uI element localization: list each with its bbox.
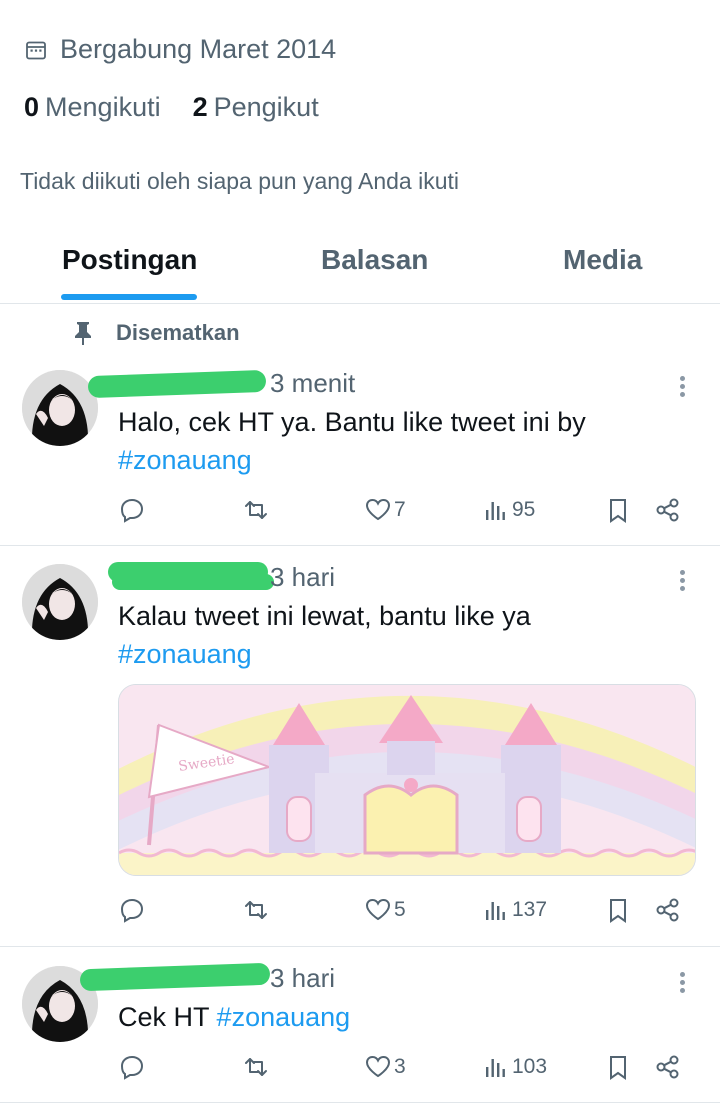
like-button[interactable]: 3 (364, 1053, 406, 1081)
view-count: 95 (512, 498, 536, 521)
pin-icon (75, 322, 91, 345)
post-hashtag[interactable]: #zonauang (118, 445, 252, 475)
profile-tabs: Postingan Balasan Media (0, 222, 720, 304)
follow-stats: 0 Mengikuti 2 Pengikut (24, 92, 319, 123)
bookmark-icon (610, 499, 626, 523)
more-icon[interactable] (672, 970, 692, 994)
tab-replies[interactable]: Balasan (321, 244, 428, 276)
bookmark-icon (610, 1056, 626, 1080)
post-actions: 7 95 (118, 496, 698, 530)
post-divider (0, 545, 720, 546)
following-label: Mengikuti (45, 92, 161, 122)
post-media-image[interactable]: Sweetie (118, 684, 696, 876)
joined-date: Bergabung Maret 2014 (24, 34, 336, 65)
reply-icon (120, 498, 144, 523)
views-icon (486, 902, 505, 920)
tab-posts[interactable]: Postingan (62, 244, 197, 276)
share-icon (656, 498, 679, 522)
reply-button[interactable] (118, 1053, 146, 1081)
post-hashtag[interactable]: #zonauang (217, 1002, 351, 1032)
post-divider (0, 946, 720, 947)
bookmark-button[interactable] (604, 896, 632, 924)
retweet-icon (245, 1058, 267, 1076)
reply-button[interactable] (118, 496, 146, 524)
more-icon[interactable] (672, 568, 692, 592)
retweet-icon (245, 501, 267, 519)
post-text-body: Kalau tweet ini lewat, bantu like ya (118, 601, 531, 631)
views-icon (486, 1059, 505, 1077)
post-hashtag[interactable]: #zonauang (118, 639, 252, 669)
post-divider (0, 1102, 720, 1103)
post-text: Halo, cek HT ya. Bantu like tweet ini by… (118, 403, 586, 479)
followers-count: 2 (192, 92, 208, 122)
views-button[interactable]: 95 (482, 496, 535, 524)
redacted-username (112, 574, 274, 590)
share-button[interactable] (654, 496, 682, 524)
post-text: Cek HT #zonauang (118, 998, 350, 1036)
reply-icon (120, 1055, 144, 1080)
heart-icon (365, 898, 391, 921)
not-followed-text: Tidak diikuti oleh siapa pun yang Anda i… (20, 168, 459, 194)
tab-media[interactable]: Media (563, 244, 642, 276)
heart-icon (365, 1055, 391, 1078)
views-button[interactable]: 103 (482, 1053, 547, 1081)
like-button[interactable]: 5 (364, 896, 406, 924)
post-text: Kalau tweet ini lewat, bantu like ya #zo… (118, 597, 531, 673)
post-time: 3 hari (270, 562, 336, 592)
like-count: 5 (394, 898, 406, 921)
joined-text: Bergabung Maret 2014 (60, 34, 337, 64)
following-link[interactable]: 0 Mengikuti (24, 92, 161, 123)
followers-link[interactable]: 2 Pengikut (193, 92, 319, 123)
reply-button[interactable] (118, 896, 146, 924)
followers-label: Pengikut (213, 92, 319, 122)
calendar-icon (26, 41, 46, 59)
bookmark-icon (610, 899, 626, 923)
view-count: 103 (512, 1055, 548, 1078)
redacted-username (87, 369, 267, 399)
avatar[interactable] (22, 370, 98, 446)
retweet-button[interactable] (242, 1053, 270, 1081)
tab-active-indicator (61, 294, 197, 300)
post-actions: 5 137 (118, 896, 698, 930)
share-button[interactable] (654, 1053, 682, 1081)
share-button[interactable] (654, 896, 682, 924)
post-time: 3 menit (270, 368, 356, 398)
post-text-body: Halo, cek HT ya. Bantu like tweet ini by (118, 407, 586, 437)
avatar-photo (22, 370, 98, 446)
castle-illustration: Sweetie (119, 685, 695, 875)
like-count: 3 (394, 1055, 406, 1078)
more-icon[interactable] (672, 374, 692, 398)
like-count: 7 (394, 498, 406, 521)
views-icon (486, 502, 505, 520)
bookmark-button[interactable] (604, 496, 632, 524)
post-time: 3 hari (270, 963, 336, 993)
avatar[interactable] (22, 564, 98, 640)
pinned-text: Disematkan (116, 320, 240, 345)
heart-icon (365, 498, 391, 521)
view-count: 137 (512, 898, 548, 921)
post-text-body: Cek HT (118, 1002, 210, 1032)
redacted-username (79, 962, 271, 992)
share-icon (656, 898, 679, 922)
retweet-button[interactable] (242, 496, 270, 524)
views-button[interactable]: 137 (482, 896, 547, 924)
pinned-label: Disematkan (72, 320, 240, 346)
like-button[interactable]: 7 (364, 496, 406, 524)
bookmark-button[interactable] (604, 1053, 632, 1081)
following-count: 0 (24, 92, 40, 122)
avatar-photo (22, 564, 98, 640)
share-icon (656, 1055, 679, 1079)
reply-icon (120, 898, 144, 923)
retweet-icon (245, 901, 267, 919)
retweet-button[interactable] (242, 896, 270, 924)
post-actions: 3 103 (118, 1053, 698, 1087)
